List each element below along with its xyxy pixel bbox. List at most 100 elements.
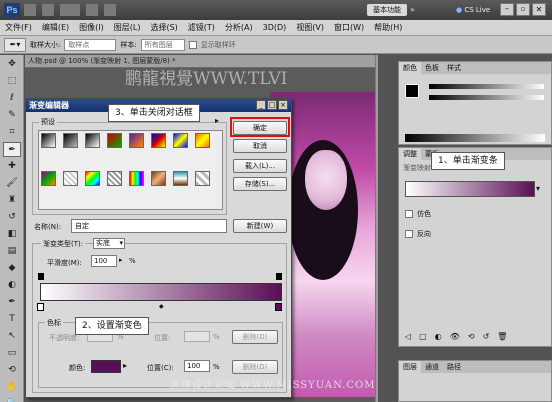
zoom-tool-icon[interactable]: 🔍: [3, 397, 21, 402]
dialog-close-icon[interactable]: ×: [278, 100, 288, 110]
location-input-top[interactable]: [184, 331, 210, 342]
menu-layer[interactable]: 图层(L): [109, 22, 146, 33]
dither-checkbox[interactable]: [405, 210, 413, 218]
menu-help[interactable]: 帮助(H): [369, 22, 407, 33]
preset-red-green[interactable]: [107, 133, 122, 148]
brush-tool-icon[interactable]: 🖌: [3, 176, 21, 191]
path-select-tool-icon[interactable]: ↖: [3, 329, 21, 344]
healing-brush-tool-icon[interactable]: ✚: [3, 159, 21, 174]
shape-tool-icon[interactable]: ▭: [3, 346, 21, 361]
show-ring-checkbox[interactable]: [188, 40, 197, 49]
minibridge-icon[interactable]: [42, 4, 54, 16]
dialog-maximize-icon[interactable]: □: [267, 100, 277, 110]
3d-rotate-tool-icon[interactable]: ⟲: [3, 363, 21, 378]
preset-black-white[interactable]: [85, 133, 100, 148]
preset-fg-bg[interactable]: [41, 133, 56, 148]
restore-icon[interactable]: ▫: [516, 3, 530, 16]
previous-state-icon[interactable]: ⟲: [468, 332, 475, 344]
hand-tool-icon[interactable]: ✋: [3, 380, 21, 395]
delete-icon[interactable]: 🗑: [497, 332, 507, 344]
cancel-button[interactable]: 取消: [233, 139, 287, 153]
opacity-stop-left-icon[interactable]: [38, 273, 44, 280]
dialog-minimize-icon[interactable]: _: [256, 100, 266, 110]
color-stop-left-icon[interactable]: [37, 303, 44, 311]
preset-blue-red-yellow[interactable]: [151, 133, 166, 148]
reverse-checkbox[interactable]: [405, 230, 413, 238]
dodge-tool-icon[interactable]: ◐: [3, 278, 21, 293]
reset-icon[interactable]: ↺: [483, 332, 490, 344]
gradient-map-bar[interactable]: [405, 181, 535, 197]
save-button[interactable]: 存储(S)...: [233, 177, 287, 191]
tab-color[interactable]: 颜色: [399, 62, 421, 74]
quick-select-tool-icon[interactable]: ✎: [3, 108, 21, 123]
workspace-button[interactable]: 基本功能: [367, 4, 407, 16]
presets-menu-icon[interactable]: ▸: [215, 116, 219, 125]
arrange-icon[interactable]: [104, 4, 116, 16]
stop-color-arrow-icon[interactable]: ▸: [123, 361, 127, 370]
gradient-map-dropdown-icon[interactable]: ▾: [536, 184, 540, 193]
blur-tool-icon[interactable]: ◆: [3, 261, 21, 276]
preset-violet-green[interactable]: [41, 171, 56, 186]
menu-analysis[interactable]: 分析(A): [220, 22, 258, 33]
preset-transparent-stripes-2[interactable]: [107, 171, 122, 186]
preset-transparent-rainbow[interactable]: [85, 171, 100, 186]
preset-spectrum[interactable]: [129, 171, 144, 186]
tab-swatches[interactable]: 色板: [421, 62, 443, 74]
tab-styles[interactable]: 样式: [443, 62, 465, 74]
eyedropper-preset-icon[interactable]: ✒▾: [4, 37, 26, 52]
menu-image[interactable]: 图像(I): [74, 22, 109, 33]
lasso-tool-icon[interactable]: ℓ: [3, 91, 21, 106]
delete-button[interactable]: 删除(D): [232, 360, 278, 374]
new-button[interactable]: 新建(W): [233, 219, 287, 233]
sample-select[interactable]: 所有图层: [140, 38, 185, 51]
zoom-level-icon[interactable]: [60, 4, 80, 16]
crop-tool-icon[interactable]: ⌗: [3, 125, 21, 140]
menu-filter[interactable]: 滤镜(T): [183, 22, 220, 33]
tab-channels[interactable]: 通道: [421, 361, 443, 373]
gradient-tool-icon[interactable]: ▤: [3, 244, 21, 259]
smoothness-stepper-icon[interactable]: ▸: [119, 256, 123, 264]
tab-layers[interactable]: 图层: [399, 361, 421, 373]
preset-blue-yellow-blue[interactable]: [173, 133, 188, 148]
color-slider-row-2[interactable]: [429, 95, 544, 100]
preset-checker[interactable]: [195, 171, 210, 186]
visibility-icon[interactable]: 👁: [450, 332, 460, 344]
smoothness-input[interactable]: 100: [91, 255, 117, 267]
hand-icon[interactable]: [86, 4, 98, 16]
pen-tool-icon[interactable]: ✒: [3, 295, 21, 310]
bridge-icon[interactable]: [24, 4, 36, 16]
eyedropper-tool-icon[interactable]: ✒: [3, 142, 21, 157]
delete-button-top[interactable]: 删除(D): [232, 330, 278, 344]
opacity-stop-right-icon[interactable]: [276, 273, 282, 280]
close-icon[interactable]: ✕: [532, 3, 546, 16]
color-spectrum[interactable]: [405, 134, 545, 142]
color-slider-row-1[interactable]: [429, 84, 544, 89]
midpoint-diamond-icon[interactable]: ◆: [159, 303, 164, 310]
preset-chrome[interactable]: [173, 171, 188, 186]
eraser-tool-icon[interactable]: ◧: [3, 227, 21, 242]
type-tool-icon[interactable]: T: [3, 312, 21, 327]
tab-paths[interactable]: 路径: [443, 361, 465, 373]
menu-select[interactable]: 选择(S): [145, 22, 182, 33]
sample-size-select[interactable]: 取样点: [64, 38, 117, 51]
menu-view[interactable]: 视图(V): [291, 22, 329, 33]
preset-violet-orange[interactable]: [129, 133, 144, 148]
preset-fg-transparent[interactable]: [63, 133, 78, 148]
cs-live-button[interactable]: ● CS Live: [456, 4, 498, 16]
expand-icon[interactable]: ▢: [419, 332, 427, 344]
location-input[interactable]: 100: [184, 360, 210, 372]
menu-file[interactable]: 文件(F): [0, 22, 37, 33]
menu-edit[interactable]: 编辑(E): [37, 22, 74, 33]
workspace-arrow-icon[interactable]: »: [410, 4, 422, 16]
clone-stamp-tool-icon[interactable]: ♜: [3, 193, 21, 208]
gradient-type-select[interactable]: 实底 ▾: [93, 238, 125, 249]
back-icon[interactable]: ◁: [405, 332, 411, 344]
menu-window[interactable]: 窗口(W): [329, 22, 369, 33]
move-tool-icon[interactable]: ✥: [3, 57, 21, 72]
color-stop-right-icon[interactable]: [275, 303, 282, 311]
minimize-icon[interactable]: –: [500, 3, 514, 16]
load-button[interactable]: 载入(L)...: [233, 159, 287, 173]
menu-3d[interactable]: 3D(D): [258, 23, 292, 32]
preset-orange-yellow[interactable]: [195, 133, 210, 148]
gradient-bar[interactable]: [40, 283, 282, 301]
